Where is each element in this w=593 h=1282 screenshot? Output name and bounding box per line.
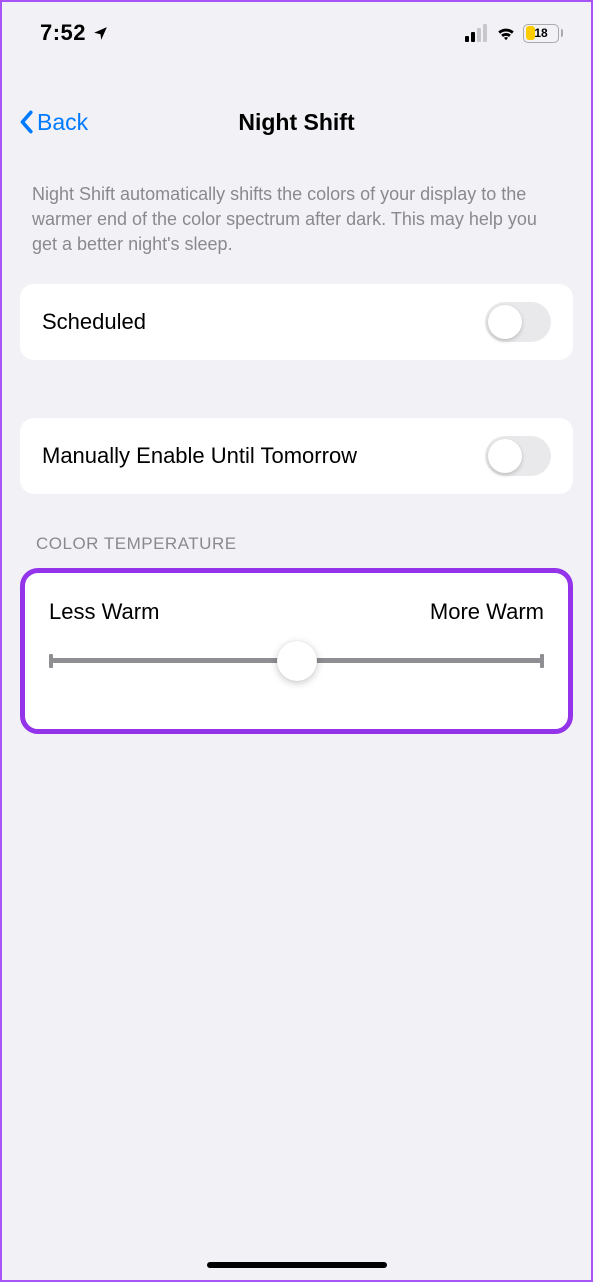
home-indicator[interactable] [207, 1262, 387, 1268]
nav-bar: Back Night Shift [2, 92, 591, 152]
manual-enable-row[interactable]: Manually Enable Until Tomorrow [20, 418, 573, 494]
color-temperature-header: COLOR TEMPERATURE [2, 510, 591, 564]
toggle-knob [488, 305, 522, 339]
less-warm-label: Less Warm [49, 599, 159, 625]
battery-indicator: 18 [523, 24, 563, 43]
location-icon [92, 25, 109, 42]
cellular-signal-icon [465, 24, 487, 42]
page-title: Night Shift [14, 109, 579, 136]
color-temperature-slider[interactable] [49, 641, 544, 681]
back-button[interactable]: Back [18, 109, 88, 136]
scheduled-toggle[interactable] [485, 302, 551, 342]
description-text: Night Shift automatically shifts the col… [2, 164, 591, 278]
chevron-left-icon [18, 110, 34, 134]
status-right: 18 [465, 24, 563, 43]
slider-labels: Less Warm More Warm [49, 599, 544, 625]
toggle-knob [488, 439, 522, 473]
status-time: 7:52 [40, 20, 86, 46]
color-temperature-card: Less Warm More Warm [20, 568, 573, 734]
manual-enable-label: Manually Enable Until Tomorrow [42, 443, 357, 469]
manual-enable-toggle[interactable] [485, 436, 551, 476]
slider-thumb[interactable] [277, 641, 317, 681]
battery-percent: 18 [524, 26, 558, 40]
slider-tick-min [49, 654, 53, 668]
scheduled-row[interactable]: Scheduled [20, 284, 573, 360]
status-bar: 7:52 18 [2, 2, 591, 58]
status-time-group: 7:52 [40, 20, 109, 46]
back-label: Back [37, 109, 88, 136]
wifi-icon [495, 24, 517, 42]
scheduled-label: Scheduled [42, 309, 146, 335]
slider-tick-max [540, 654, 544, 668]
more-warm-label: More Warm [430, 599, 544, 625]
